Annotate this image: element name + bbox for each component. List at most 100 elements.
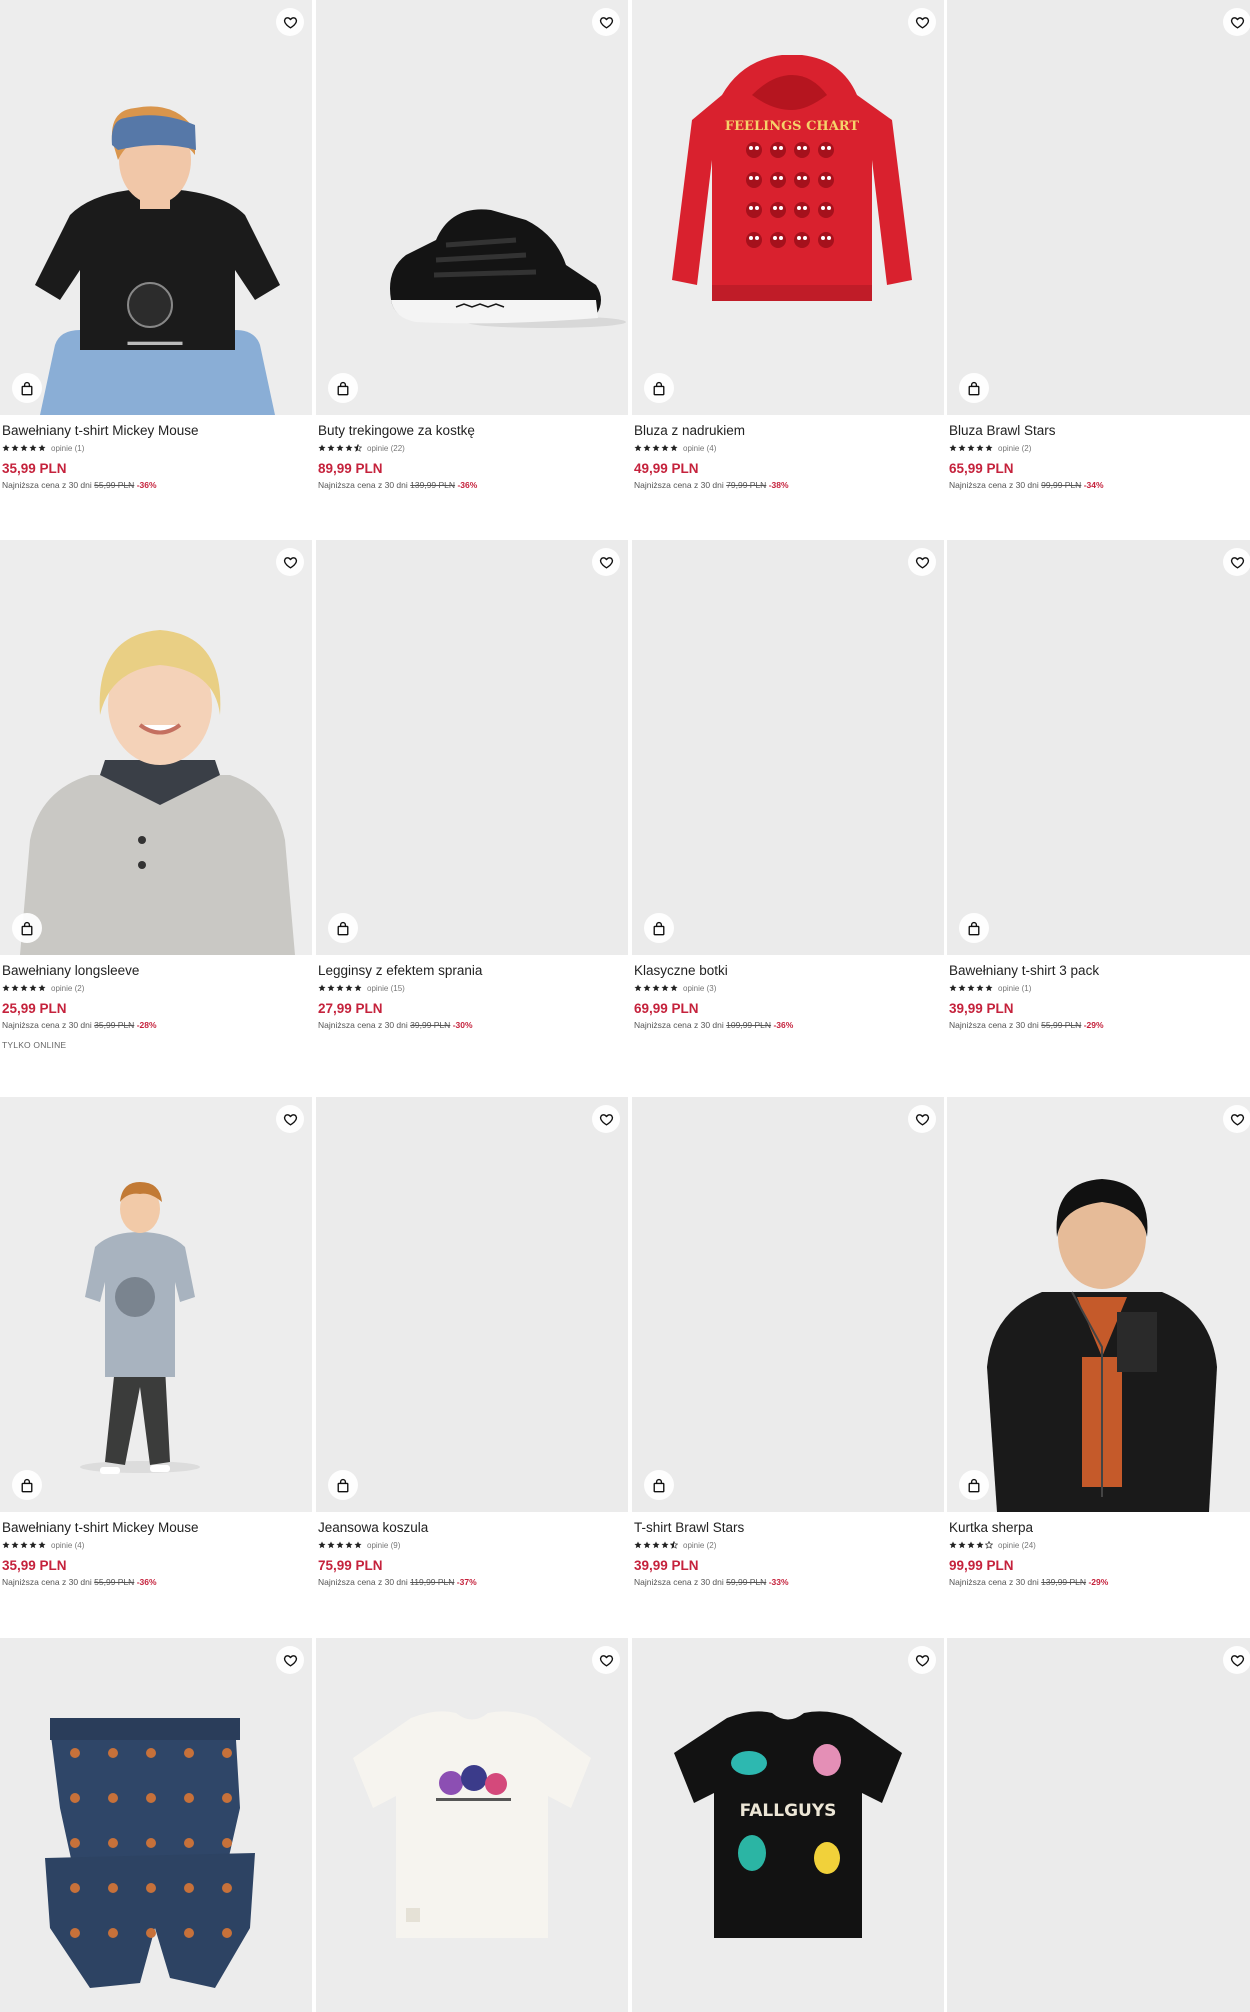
product-name[interactable]: Bluza z nadrukiem — [634, 423, 939, 439]
lowest-price-info: Najniższa cena z 30 dni 55,99 PLN -29% — [949, 1020, 1250, 1030]
product-name[interactable]: T-shirt Brawl Stars — [634, 1520, 939, 1536]
product-name[interactable]: Kurtka sherpa — [949, 1520, 1250, 1536]
review-count[interactable]: opinie (2) — [998, 444, 1031, 453]
add-to-bag-icon[interactable] — [644, 373, 674, 403]
product-name[interactable]: Bawełniany longsleeve — [2, 963, 307, 979]
lowest-price-label: Najniższa cena z 30 dni — [949, 480, 1039, 490]
product-image[interactable] — [632, 1097, 944, 1512]
product-info: Bawełniany t-shirt Mickey Mouse opinie (… — [2, 423, 307, 490]
discount-badge: -36% — [136, 480, 157, 490]
review-count[interactable]: opinie (4) — [683, 444, 716, 453]
review-count[interactable]: opinie (2) — [51, 984, 84, 993]
lowest-price-info: Najniższa cena z 30 dni 139,99 PLN -36% — [318, 480, 623, 490]
favorite-heart-icon[interactable] — [908, 1105, 936, 1133]
review-count[interactable]: opinie (4) — [51, 1541, 84, 1550]
product-name[interactable]: Bluza Brawl Stars — [949, 423, 1250, 439]
product-image[interactable] — [316, 1638, 628, 2012]
favorite-heart-icon[interactable] — [592, 1105, 620, 1133]
lowest-price-label: Najniższa cena z 30 dni — [318, 1577, 408, 1587]
favorite-heart-icon[interactable] — [1223, 1105, 1250, 1133]
lowest-price-info: Najniższa cena z 30 dni 79,99 PLN -38% — [634, 480, 939, 490]
product-name[interactable]: Legginsy z efektem sprania — [318, 963, 623, 979]
favorite-heart-icon[interactable] — [276, 1646, 304, 1674]
review-count[interactable]: opinie (22) — [367, 444, 405, 453]
product-name[interactable]: Bawełniany t-shirt Mickey Mouse — [2, 1520, 307, 1536]
product-image[interactable] — [947, 540, 1250, 955]
review-count[interactable]: opinie (2) — [683, 1541, 716, 1550]
old-price: 79,99 PLN — [726, 480, 767, 490]
product-image[interactable] — [632, 540, 944, 955]
favorite-heart-icon[interactable] — [592, 548, 620, 576]
add-to-bag-icon[interactable] — [328, 373, 358, 403]
discount-badge: -28% — [136, 1020, 157, 1030]
product-image[interactable] — [316, 1097, 628, 1512]
product-info: Bawełniany t-shirt 3 pack opinie (1) 39,… — [949, 963, 1250, 1030]
review-count[interactable]: opinie (15) — [367, 984, 405, 993]
product-name[interactable]: Bawełniany t-shirt Mickey Mouse — [2, 423, 307, 439]
blank-image — [632, 540, 944, 955]
blank-image — [632, 1097, 944, 1512]
product-image[interactable] — [947, 1638, 1250, 2012]
add-to-bag-icon[interactable] — [12, 373, 42, 403]
product-price: 99,99 PLN — [949, 1558, 1014, 1573]
rating-stars-icon — [949, 1541, 993, 1549]
review-count[interactable]: opinie (1) — [51, 444, 84, 453]
product-rating: opinie (1) — [949, 983, 1250, 993]
discount-badge: -36% — [773, 1020, 794, 1030]
favorite-heart-icon[interactable] — [276, 8, 304, 36]
product-image[interactable] — [947, 1097, 1250, 1512]
review-count[interactable]: opinie (24) — [998, 1541, 1036, 1550]
product-info: Bawełniany longsleeve opinie (2) 25,99 P… — [2, 963, 307, 1050]
add-to-bag-icon[interactable] — [328, 1470, 358, 1500]
favorite-heart-icon[interactable] — [276, 548, 304, 576]
product-image[interactable] — [0, 1097, 312, 1512]
red-hoodie-image: FEELINGS CHART — [632, 0, 944, 415]
add-to-bag-icon[interactable] — [959, 1470, 989, 1500]
navy-boxers-image — [0, 1638, 312, 2012]
lowest-price-info: Najniższa cena z 30 dni 99,99 PLN -34% — [949, 480, 1250, 490]
discount-badge: -36% — [136, 1577, 157, 1587]
product-image[interactable] — [316, 0, 628, 415]
old-price: 119,99 PLN — [410, 1577, 455, 1587]
product-image[interactable] — [316, 540, 628, 955]
lowest-price-label: Najniższa cena z 30 dni — [2, 480, 92, 490]
black-tshirt-fallguys-image: FALLGUYS — [632, 1638, 944, 2012]
product-name[interactable]: Klasyczne botki — [634, 963, 939, 979]
blank-image — [947, 1638, 1250, 2012]
favorite-heart-icon[interactable] — [592, 1646, 620, 1674]
add-to-bag-icon[interactable] — [12, 913, 42, 943]
add-to-bag-icon[interactable] — [644, 1470, 674, 1500]
review-count[interactable]: opinie (3) — [683, 984, 716, 993]
product-image[interactable] — [947, 0, 1250, 415]
favorite-heart-icon[interactable] — [908, 1646, 936, 1674]
add-to-bag-icon[interactable] — [959, 913, 989, 943]
review-count[interactable]: opinie (9) — [367, 1541, 400, 1550]
favorite-heart-icon[interactable] — [592, 8, 620, 36]
review-count[interactable]: opinie (1) — [998, 984, 1031, 993]
lowest-price-info: Najniższa cena z 30 dni 35,99 PLN -28% — [2, 1020, 307, 1030]
product-image[interactable]: FEELINGS CHART — [632, 0, 944, 415]
favorite-heart-icon[interactable] — [276, 1105, 304, 1133]
product-name[interactable]: Bawełniany t-shirt 3 pack — [949, 963, 1250, 979]
product-image[interactable] — [0, 1638, 312, 2012]
old-price: 55,99 PLN — [94, 1577, 135, 1587]
add-to-bag-icon[interactable] — [644, 913, 674, 943]
blank-image — [947, 540, 1250, 955]
product-name[interactable]: Buty trekingowe za kostkę — [318, 423, 623, 439]
favorite-heart-icon[interactable] — [1223, 8, 1250, 36]
product-image[interactable]: FALLGUYS — [632, 1638, 944, 2012]
lowest-price-label: Najniższa cena z 30 dni — [634, 1577, 724, 1587]
product-image[interactable] — [0, 540, 312, 955]
add-to-bag-icon[interactable] — [328, 913, 358, 943]
product-name[interactable]: Jeansowa koszula — [318, 1520, 623, 1536]
favorite-heart-icon[interactable] — [908, 548, 936, 576]
add-to-bag-icon[interactable] — [12, 1470, 42, 1500]
favorite-heart-icon[interactable] — [1223, 1646, 1250, 1674]
product-info: Klasyczne botki opinie (3) 69,99 PLN Naj… — [634, 963, 939, 1030]
favorite-heart-icon[interactable] — [908, 8, 936, 36]
add-to-bag-icon[interactable] — [959, 373, 989, 403]
product-image[interactable]: ▬▬▬▬▬ — [0, 0, 312, 415]
discount-badge: -29% — [1088, 1577, 1109, 1587]
favorite-heart-icon[interactable] — [1223, 548, 1250, 576]
product-rating: opinie (2) — [949, 443, 1250, 453]
